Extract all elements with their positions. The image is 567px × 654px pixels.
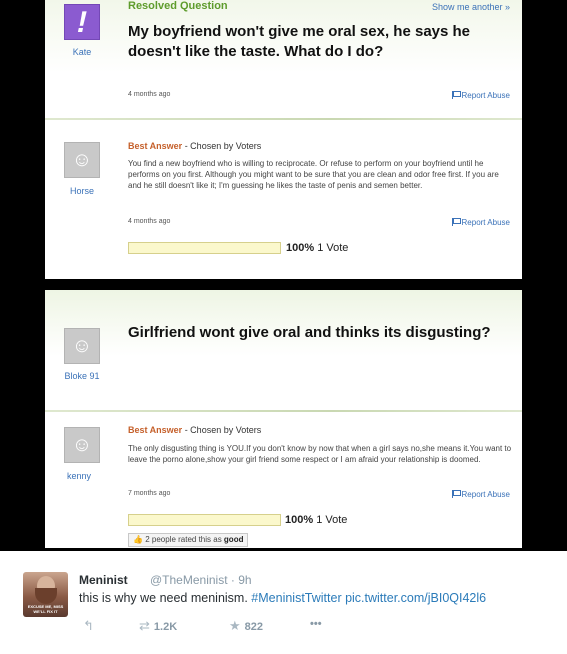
hashtag-link[interactable]: #MeninistTwitter xyxy=(251,591,341,605)
answer-text: You find a new boyfriend who is willing … xyxy=(128,159,499,190)
question-header xyxy=(45,290,522,400)
rating-badge[interactable]: 👍 2 people rated this as good xyxy=(128,533,249,547)
question-panel-2: ☺ Bloke 91 Girlfriend wont give oral and… xyxy=(45,290,522,548)
asked-time: 4 months ago xyxy=(128,91,171,98)
show-another-link[interactable]: Show me another » xyxy=(432,2,510,12)
smiley-icon: ☺ xyxy=(71,149,93,171)
vote-result: 100% 1 Vote xyxy=(286,242,349,254)
favorite-button[interactable]: ★ 822 xyxy=(229,618,263,634)
thumbs-up-icon: 👍 xyxy=(133,535,143,544)
asker-name[interactable]: Bloke 91 xyxy=(52,371,112,381)
answerer-avatar[interactable]: ☺ xyxy=(64,427,100,463)
vote-result: 100% 1 Vote xyxy=(285,514,348,526)
answered-time: 4 months ago xyxy=(128,218,171,225)
report-abuse-link[interactable]: Report Abuse xyxy=(451,90,510,100)
answerer-avatar[interactable]: ☺ xyxy=(64,142,100,178)
best-answer-heading: Best Answer - Chosen by Voters xyxy=(128,425,262,435)
divider xyxy=(45,410,522,412)
answerer-name[interactable]: Horse xyxy=(52,186,112,196)
flag-icon xyxy=(451,490,461,498)
tweet-avatar[interactable]: EXCUSE ME, MISS WE'LL FIX IT xyxy=(23,572,68,617)
star-icon: ★ xyxy=(229,618,241,633)
flag-icon xyxy=(451,218,461,226)
tweet-actions: ↰ ⇄ 1.2K ★ 822 ••• xyxy=(79,618,379,634)
exclamation-icon: ! xyxy=(73,6,91,39)
answerer-name[interactable]: kenny xyxy=(49,471,109,481)
answered-time: 7 months ago xyxy=(128,490,171,497)
question-panel-1: ! Kate Resolved Question Show me another… xyxy=(45,0,522,279)
tweet-author-name[interactable]: Meninist xyxy=(79,573,128,587)
reply-icon: ↰ xyxy=(83,618,94,633)
asker-name[interactable]: Kate xyxy=(52,47,112,57)
vote-bar xyxy=(128,514,281,526)
report-abuse-link[interactable]: Report Abuse xyxy=(451,489,510,499)
reply-button[interactable]: ↰ xyxy=(83,618,98,634)
flag-icon xyxy=(451,91,461,99)
retweet-button[interactable]: ⇄ 1.2K xyxy=(139,618,177,634)
smiley-icon: ☺ xyxy=(71,335,93,357)
tweet: EXCUSE ME, MISS WE'LL FIX IT Meninist @T… xyxy=(0,551,567,654)
smiley-icon: ☺ xyxy=(71,434,93,456)
more-button[interactable]: ••• xyxy=(310,618,322,630)
asker-avatar[interactable]: ☺ xyxy=(64,328,100,364)
vote-bar xyxy=(128,242,281,254)
answer-text: The only disgusting thing is YOU.If you … xyxy=(128,444,512,464)
report-abuse-link[interactable]: Report Abuse xyxy=(451,217,510,227)
tweet-handle[interactable]: @TheMeninist · 9h xyxy=(150,573,252,587)
avatar-caption: EXCUSE ME, MISS WE'LL FIX IT xyxy=(27,604,64,614)
best-answer-heading: Best Answer - Chosen by Voters xyxy=(128,141,262,151)
resolved-label: Resolved Question xyxy=(128,0,228,12)
retweet-icon: ⇄ xyxy=(139,618,150,633)
pic-link[interactable]: pic.twitter.com/jBI0QI42l6 xyxy=(342,591,486,605)
question-title: My boyfriend won't give me oral sex, he … xyxy=(128,23,471,60)
avatar-beard xyxy=(35,588,57,604)
tweet-text: this is why we need meninism. #MeninistT… xyxy=(79,591,487,605)
question-title: Girlfriend wont give oral and thinks its… xyxy=(128,324,491,341)
asker-avatar[interactable]: ! xyxy=(64,4,100,40)
divider xyxy=(45,118,522,120)
